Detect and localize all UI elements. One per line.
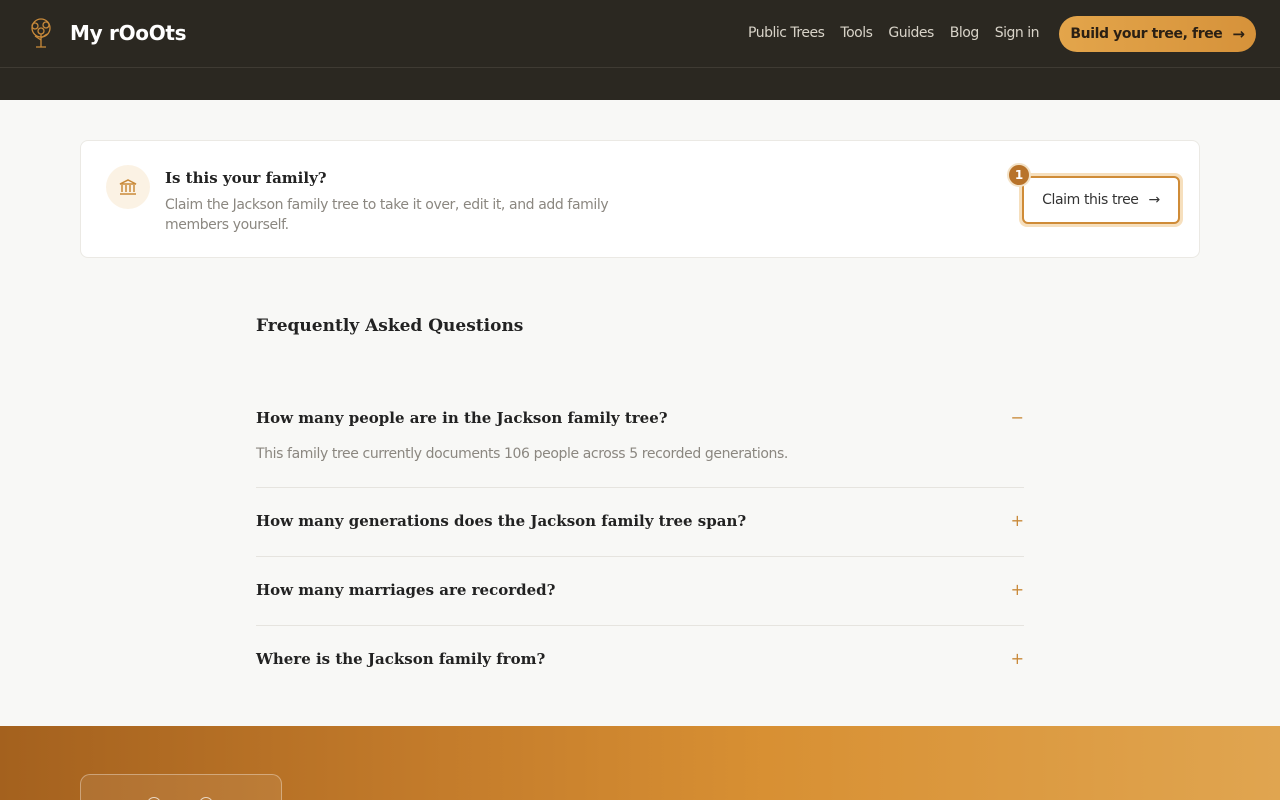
- tree-icon: [24, 16, 58, 50]
- nav-blog[interactable]: Blog: [950, 25, 979, 41]
- nav-tools[interactable]: Tools: [840, 25, 873, 41]
- claim-title: Is this your family?: [165, 169, 327, 187]
- step-badge: 1: [1007, 163, 1031, 187]
- plus-icon[interactable]: +: [1011, 649, 1024, 668]
- plus-icon[interactable]: +: [1011, 511, 1024, 530]
- faq-answer: This family tree currently documents 106…: [256, 446, 788, 462]
- faq-question: Where is the Jackson family from?: [256, 650, 546, 668]
- footer-panel: [80, 774, 282, 800]
- claim-description: Claim the Jackson family tree to take it…: [165, 197, 609, 233]
- institution-icon: [106, 165, 150, 209]
- claim-tree-label: Claim this tree: [1042, 192, 1139, 208]
- faq-item[interactable]: How many marriages are recorded? +: [256, 557, 1024, 626]
- claim-button-focus-ring: Claim this tree →: [1019, 173, 1183, 227]
- main-nav: Public Trees Tools Guides Blog Sign in: [748, 25, 1039, 41]
- faq-question: How many generations does the Jackson fa…: [256, 512, 747, 530]
- build-tree-button[interactable]: Build your tree, free →: [1059, 16, 1256, 52]
- faq-item[interactable]: Where is the Jackson family from? +: [256, 626, 1024, 695]
- top-bar: My rOoOts Public Trees Tools Guides Blog…: [0, 0, 1280, 68]
- faq-question: How many marriages are recorded?: [256, 581, 556, 599]
- arrow-right-icon: →: [1232, 25, 1245, 43]
- nav-sign-in[interactable]: Sign in: [995, 25, 1040, 41]
- logo-text: My rOoOts: [70, 21, 187, 45]
- site-header: My rOoOts Public Trees Tools Guides Blog…: [0, 0, 1280, 100]
- faq-item[interactable]: How many people are in the Jackson famil…: [256, 384, 1024, 488]
- arrow-right-icon: →: [1148, 192, 1161, 208]
- nav-guides[interactable]: Guides: [888, 25, 934, 41]
- faq-question: How many people are in the Jackson famil…: [256, 409, 668, 427]
- faq-section: Frequently Asked Questions How many peop…: [256, 316, 1024, 695]
- claim-tree-button[interactable]: Claim this tree →: [1022, 176, 1180, 224]
- build-tree-label: Build your tree, free: [1070, 26, 1223, 42]
- faq-heading: Frequently Asked Questions: [256, 316, 524, 336]
- minus-icon[interactable]: −: [1011, 408, 1024, 427]
- claim-card: Is this your family? Claim the Jackson f…: [80, 140, 1200, 258]
- footer-band: [0, 726, 1280, 800]
- logo[interactable]: My rOoOts: [24, 16, 187, 50]
- faq-item[interactable]: How many generations does the Jackson fa…: [256, 488, 1024, 557]
- plus-icon[interactable]: +: [1011, 580, 1024, 599]
- nav-public-trees[interactable]: Public Trees: [748, 25, 825, 41]
